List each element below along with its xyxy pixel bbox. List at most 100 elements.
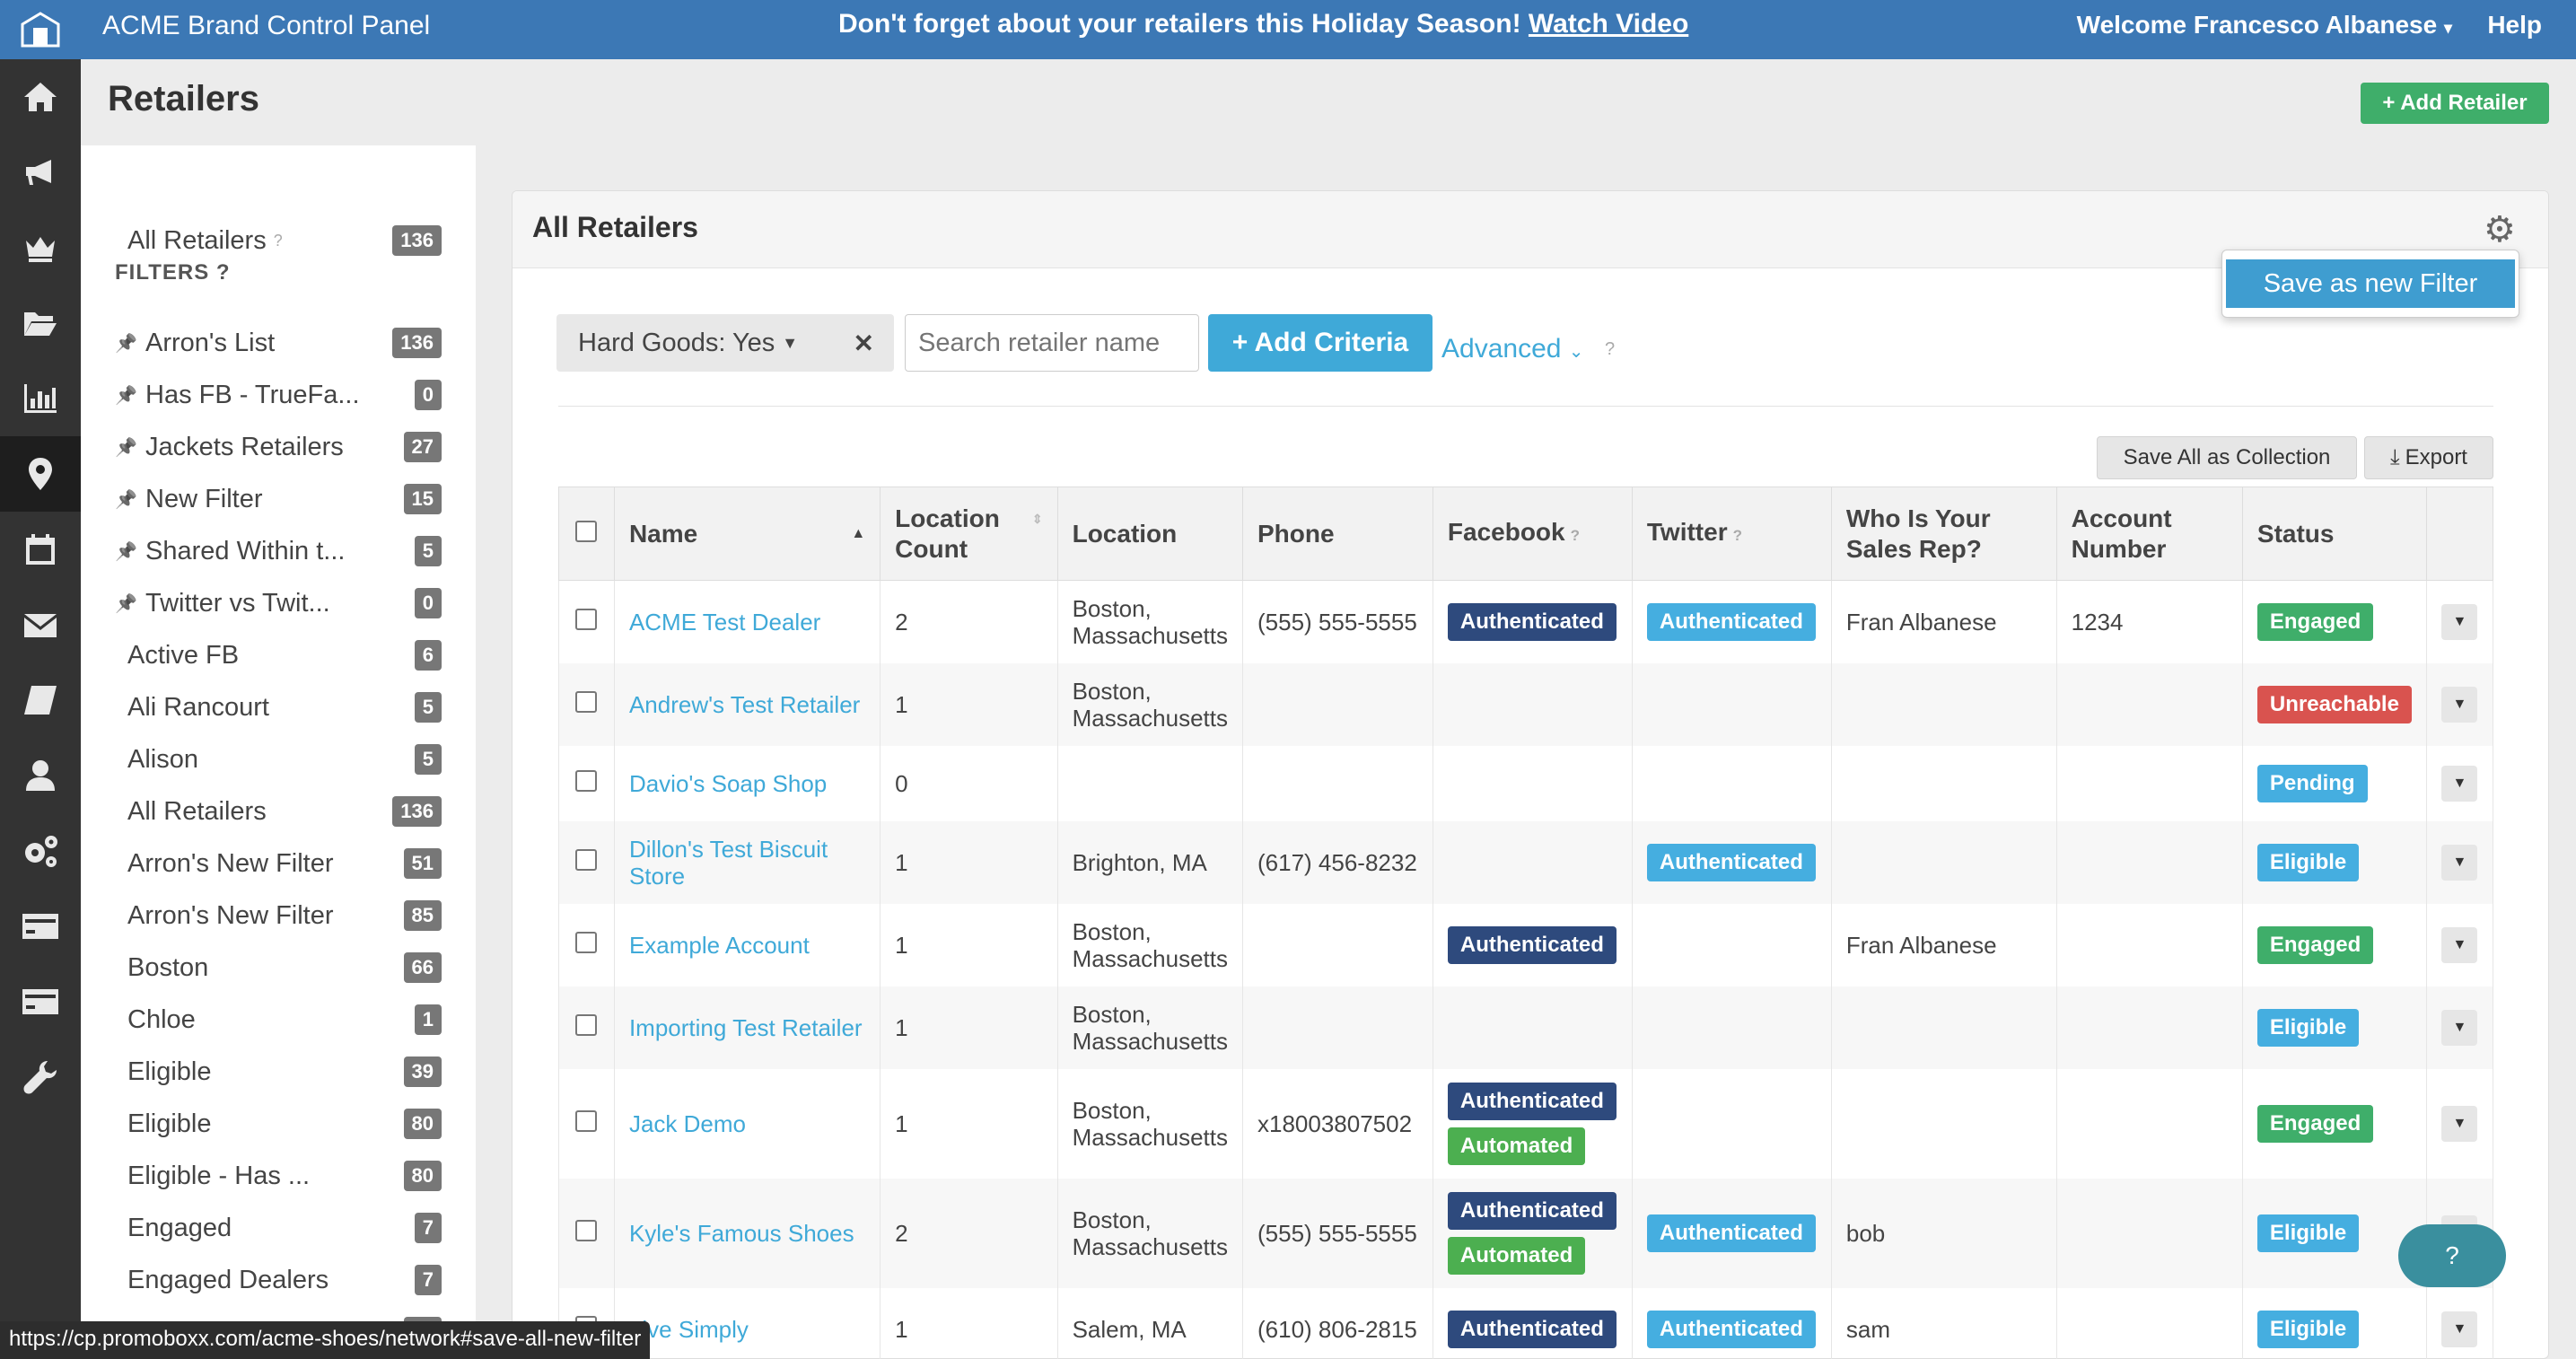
sidebar-item[interactable]: Eligible - Has ... 80: [127, 1151, 442, 1201]
header-status[interactable]: Status: [2241, 487, 2427, 581]
retailer-name-link[interactable]: Jack Demo: [629, 1110, 746, 1137]
retailer-name-link[interactable]: Importing Test Retailer: [629, 1014, 863, 1041]
twitter-status-badge: Authenticated: [1646, 843, 1816, 881]
row-actions-button[interactable]: ▼: [2441, 926, 2478, 963]
add-criteria-button[interactable]: + Add Criteria: [1208, 314, 1433, 372]
row-actions-button[interactable]: ▼: [2441, 1009, 2478, 1046]
row-checkbox[interactable]: [575, 1219, 598, 1241]
gears-icon[interactable]: [0, 813, 81, 889]
row-actions-button[interactable]: ▼: [2441, 844, 2478, 881]
location-count-cell: 1: [880, 820, 1058, 904]
logo[interactable]: [0, 0, 81, 59]
remove-criteria-icon[interactable]: ✕: [854, 329, 874, 358]
sidebar-item[interactable]: All Retailers 136: [127, 786, 442, 837]
row-checkbox[interactable]: [575, 1013, 598, 1036]
header-sales-rep[interactable]: Who Is Your Sales Rep?: [1830, 487, 2057, 581]
announcement-text: Don't forget about your retailers this H…: [838, 9, 1521, 39]
sidebar-item[interactable]: Arron's New Filter 51: [127, 838, 442, 889]
count-badge: 136: [392, 328, 442, 358]
row-checkbox[interactable]: [575, 769, 598, 792]
advanced-toggle[interactable]: Advanced ⌄: [1441, 334, 1584, 364]
sidebar-item[interactable]: Engaged Dealers 7: [127, 1255, 442, 1305]
credit-card-icon[interactable]: [0, 889, 81, 964]
sales-rep-cell: [1830, 745, 2057, 821]
row-actions-button[interactable]: ▼: [2441, 1105, 2478, 1142]
sidebar-item-pinned[interactable]: 📌 Arron's List 136: [115, 318, 442, 368]
criteria-chip[interactable]: Hard Goods: Yes ▼ ✕: [556, 314, 894, 372]
facebook-cell: Authenticated Automated: [1432, 1068, 1633, 1179]
row-actions-button[interactable]: ▼: [2441, 765, 2478, 802]
export-label: Export: [2405, 445, 2467, 469]
wrench-icon[interactable]: [0, 1039, 81, 1115]
row-checkbox[interactable]: [575, 690, 598, 713]
sidebar-item[interactable]: Active FB 6: [127, 630, 442, 680]
row-checkbox[interactable]: [575, 1109, 598, 1132]
header-account-number[interactable]: Account Number: [2055, 487, 2243, 581]
sidebar-item[interactable]: Eligible 80: [127, 1099, 442, 1149]
row-checkbox[interactable]: [575, 931, 598, 953]
sidebar-item-label: Alison: [127, 744, 198, 774]
gear-icon[interactable]: ⚙: [2484, 209, 2516, 250]
row-checkbox[interactable]: [575, 848, 598, 871]
export-button[interactable]: ⤓ Export: [2364, 436, 2493, 479]
header-facebook[interactable]: Facebook?: [1432, 487, 1633, 581]
crown-icon[interactable]: [0, 210, 81, 285]
watch-video-link[interactable]: Watch Video: [1529, 9, 1688, 39]
sidebar-item[interactable]: Alison 5: [127, 734, 442, 785]
caret-down-icon: ▼: [782, 333, 799, 352]
sidebar-item[interactable]: Engaged 7: [127, 1203, 442, 1253]
retailer-name-link[interactable]: Andrew's Test Retailer: [629, 691, 860, 718]
retailer-name-link[interactable]: Kyle's Famous Shoes: [629, 1220, 854, 1247]
header-twitter[interactable]: Twitter?: [1631, 487, 1832, 581]
location-count-cell: 1: [880, 662, 1058, 746]
home-icon[interactable]: [0, 59, 81, 135]
calendar-icon[interactable]: [0, 512, 81, 587]
header-location-count[interactable]: ⇕ Location Count: [880, 487, 1058, 581]
sidebar-item-pinned[interactable]: 📌 Jackets Retailers 27: [115, 422, 442, 472]
retailer-name-link[interactable]: Example Account: [629, 932, 810, 959]
sidebar-item-pinned[interactable]: 📌 New Filter 15: [115, 474, 442, 524]
sidebar-item-all-retailers[interactable]: All Retailers ? 136: [127, 215, 442, 266]
question-icon: ?: [1732, 526, 1742, 544]
retailer-name-link[interactable]: Davio's Soap Shop: [629, 770, 827, 797]
row-checkbox[interactable]: [575, 608, 598, 630]
credit-card-icon[interactable]: [0, 964, 81, 1039]
sidebar-item-label: Jackets Retailers: [145, 432, 344, 461]
sidebar-item-pinned[interactable]: 📌 Shared Within t... 5: [115, 526, 442, 576]
help-link[interactable]: Help: [2487, 11, 2542, 39]
user-menu[interactable]: Welcome Francesco Albanese ▾: [2077, 11, 2452, 39]
save-all-as-collection-button[interactable]: Save All as Collection: [2097, 436, 2357, 479]
help-chat-button[interactable]: ?: [2398, 1224, 2506, 1287]
add-retailer-button[interactable]: + Add Retailer: [2361, 83, 2549, 124]
sidebar-item[interactable]: Boston 66: [127, 943, 442, 993]
sidebar-item-pinned[interactable]: 📌 Has FB - TrueFa... 0: [115, 370, 442, 420]
retailer-name-link[interactable]: Dillon's Test Biscuit Store: [629, 836, 828, 890]
retailer-name-link[interactable]: ACME Test Dealer: [629, 609, 820, 636]
sidebar-item[interactable]: Ali Rancourt 5: [127, 682, 442, 732]
envelope-icon[interactable]: [0, 587, 81, 662]
user-icon[interactable]: [0, 738, 81, 813]
status-badge: Engaged: [2256, 602, 2374, 641]
header-phone[interactable]: Phone: [1242, 487, 1433, 581]
pin-icon: 📌: [115, 593, 137, 614]
sidebar-item-label: Eligible - Has ...: [127, 1161, 311, 1190]
map-pin-icon[interactable]: [0, 436, 81, 512]
folder-icon[interactable]: [0, 285, 81, 361]
sidebar-item-pinned[interactable]: 📌 Twitter vs Twit... 0: [115, 578, 442, 628]
sidebar-item[interactable]: Chloe 1: [127, 995, 442, 1045]
row-actions-button[interactable]: ▼: [2441, 1311, 2478, 1347]
megaphone-icon[interactable]: [0, 135, 81, 210]
retailers-table: Name ▲ ⇕ Location Count Location Phone Fac…: [558, 487, 2494, 1359]
row-actions-button[interactable]: ▼: [2441, 603, 2478, 640]
sidebar-item[interactable]: Eligible 39: [127, 1047, 442, 1097]
bar-chart-icon[interactable]: [0, 361, 81, 436]
sidebar-item[interactable]: Arron's New Filter 85: [127, 890, 442, 941]
book-icon[interactable]: [0, 662, 81, 738]
select-all-checkbox[interactable]: [575, 520, 598, 542]
search-input[interactable]: [905, 314, 1199, 372]
row-actions-button[interactable]: ▼: [2441, 686, 2478, 723]
header-location[interactable]: Location: [1056, 487, 1244, 581]
save-as-new-filter-option[interactable]: Save as new Filter: [2226, 259, 2515, 308]
status-cell: Engaged: [2241, 903, 2427, 986]
header-name[interactable]: Name ▲: [613, 487, 881, 581]
